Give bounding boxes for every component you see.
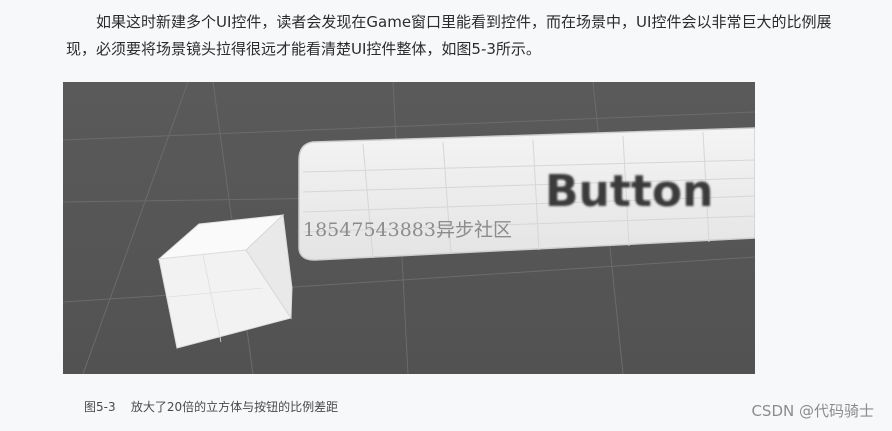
body-paragraph: 如果这时新建多个UI控件，读者会发现在Game窗口里能看到控件，而在场景中，UI… <box>66 13 832 58</box>
scene-figure: Button 18547543883异步社区 <box>63 82 755 374</box>
csdn-credit: CSDN @代码骑士 <box>751 402 874 420</box>
page: 如果这时新建多个UI控件，读者会发现在Game窗口里能看到控件，而在场景中，UI… <box>0 0 892 431</box>
button-label: Button <box>545 166 713 217</box>
watermark: 18547543883异步社区 <box>303 219 512 241</box>
scene-view: Button 18547543883异步社区 <box>63 82 755 374</box>
figure-caption: 图5-3 放大了20倍的立方体与按钮的比例差距 <box>84 400 339 414</box>
